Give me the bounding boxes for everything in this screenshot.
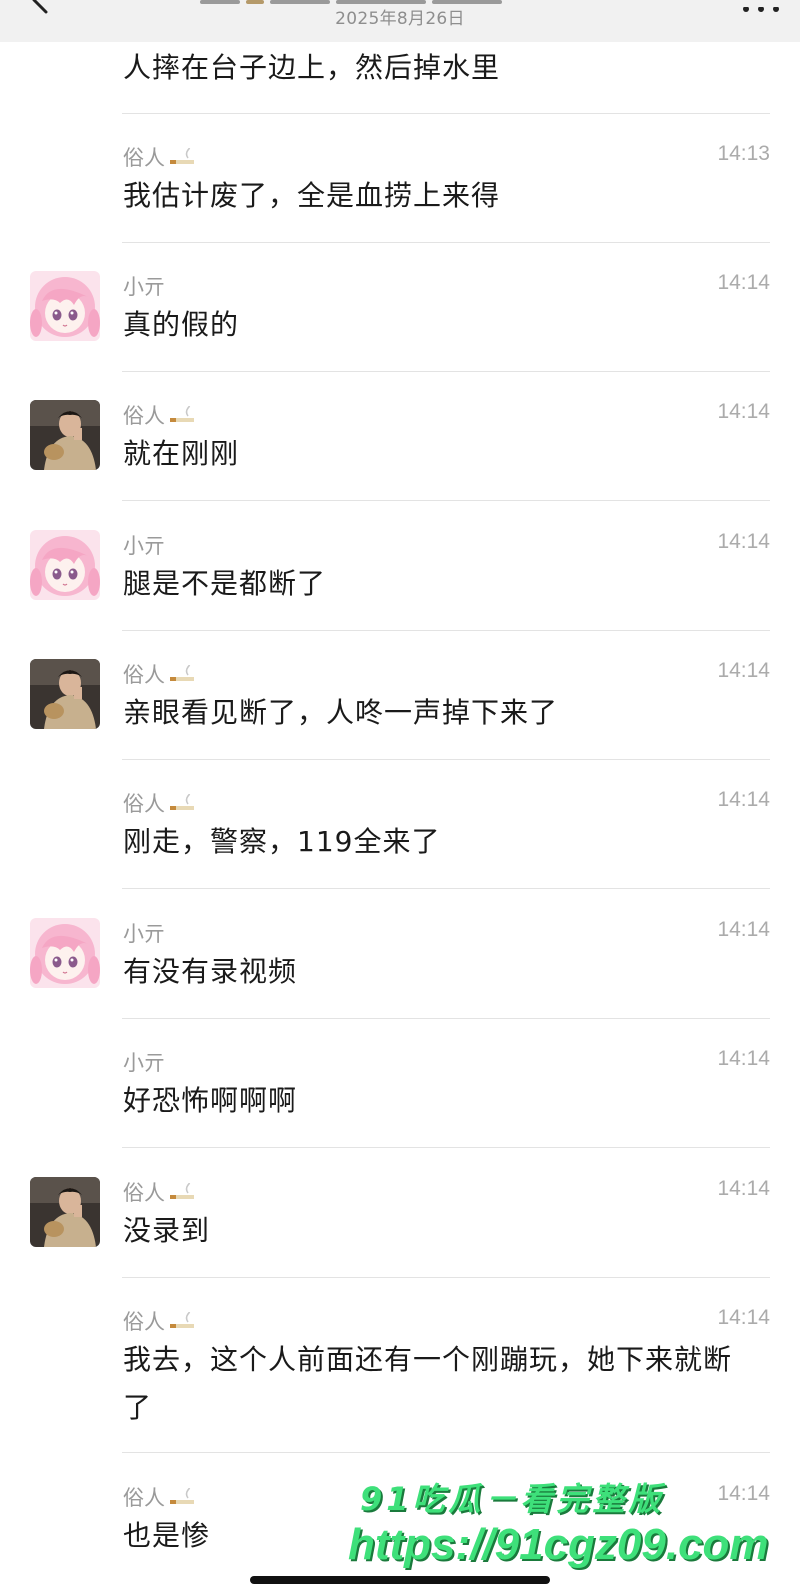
watermark-text: 91吃瓜－看完整版 [360,1480,665,1518]
home-indicator[interactable] [250,1576,550,1584]
message-divider [122,242,770,243]
message-divider [122,371,770,372]
sender-name: 小亓 [123,1051,165,1075]
message-divider [122,1147,770,1148]
message-divider [122,888,770,889]
avatar-man-photo[interactable] [30,659,100,729]
message-text: 真的假的 [123,308,240,341]
sender-name: 俗人 [123,400,196,430]
cigarette-emoji-icon [168,789,196,817]
message-divider [122,1452,770,1453]
message-time: 14:14 [717,1306,770,1329]
cigarette-emoji-icon [168,660,196,688]
sender-name: 俗人 [123,1306,196,1336]
message-text: 我去，这个人前面还有一个刚蹦玩，她下来就断了 [123,1343,733,1424]
sender-name: 小亓 [123,534,165,558]
message-time: 14:13 [717,142,770,165]
message-text: 好恐怖啊啊啊 [123,1084,298,1117]
avatar-anime-girl[interactable] [30,918,100,988]
message-time: 14:14 [717,1047,770,1070]
cigarette-emoji-icon [168,1178,196,1206]
message-divider [122,113,770,114]
message-divider [122,759,770,760]
message-time: 14:14 [717,918,770,941]
message-time: 14:14 [717,1482,770,1505]
sender-name: 小亓 [123,922,165,946]
message-text: 我估计废了，全是血捞上来得 [123,179,501,212]
message-divider [122,1018,770,1019]
avatar-anime-girl[interactable] [30,271,100,341]
message-divider [122,630,770,631]
sender-name: 俗人 [123,659,196,689]
chat-header: 2025年8月26日 [0,0,800,42]
cigarette-emoji-icon [168,1483,196,1511]
cigarette-emoji-icon [168,401,196,429]
cigarette-emoji-icon [168,143,196,171]
message-divider [122,1277,770,1278]
message-time: 14:14 [717,1177,770,1200]
avatar-man-photo[interactable] [30,400,100,470]
message-divider [122,500,770,501]
message-time: 14:14 [717,400,770,423]
message-text: 就在刚刚 [123,437,240,470]
sender-name: 俗人 [123,1177,196,1207]
more-dots-icon[interactable] [740,0,782,12]
chat-date: 2025年8月26日 [335,9,465,29]
watermark-url: https://91cgz09.com [348,1520,769,1569]
sender-name: 俗人 [123,142,196,172]
sender-name: 俗人 [123,1482,196,1512]
message-text: 腿是不是都断了 [123,567,327,600]
message-time: 14:14 [717,788,770,811]
message-text: 没录到 [123,1214,211,1247]
message-text: 人摔在台子边上，然后掉水里 [123,51,501,84]
sender-name: 小亓 [123,275,165,299]
message-text: 亲眼看见断了，人咚一声掉下来了 [123,696,559,729]
avatar-anime-girl[interactable] [30,530,100,600]
message-text: 刚走，警察，119全来了 [123,825,441,858]
message-text: 有没有录视频 [123,955,298,988]
cigarette-emoji-icon [168,1307,196,1335]
message-time: 14:14 [717,271,770,294]
avatar-man-photo[interactable] [30,1177,100,1247]
message-time: 14:14 [717,530,770,553]
sender-name: 俗人 [123,788,196,818]
message-time: 14:14 [717,659,770,682]
